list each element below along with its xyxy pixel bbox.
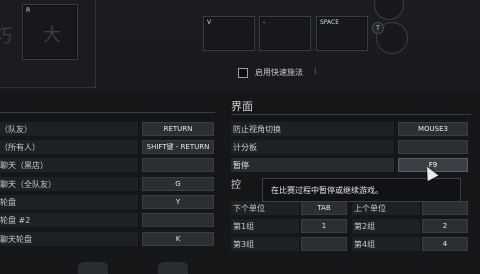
keycap-dash[interactable]: - [259,16,311,51]
keycap-space[interactable]: SPACE [316,16,368,51]
key-allteam-chat[interactable]: G [142,177,214,191]
right-section-divider [231,114,471,115]
row-group-4: 第4组 [352,237,420,251]
left-row-chat-wheel: 聊天轮盘 [0,232,138,246]
key-all-chat[interactable]: SHIFT键 - RETURN [142,140,214,154]
group-label: 第4组 [354,240,376,249]
left-row-label: （队友） [0,125,32,134]
left-row-label: 聊天（黑店） [0,161,48,170]
left-section-divider [0,112,215,113]
ability-glyph-left: 巧 [0,26,12,47]
keycap-v-label: V [207,19,212,26]
key-shop-chat[interactable] [142,158,214,172]
pause-tooltip: 在比赛过程中暂停或继续游戏。 [262,178,461,202]
info-icon[interactable]: ⁝ [314,67,324,77]
group-label: 上个单位 [354,204,386,213]
group-label: 下个单位 [233,204,265,213]
right-row-pause: 暂停 [231,158,394,172]
t-key-badge: T [372,22,384,34]
left-row-wheel: 轮盘 [0,195,138,209]
group-label: 第2组 [354,222,376,231]
section-title-partial: 控 [231,180,241,191]
right-row-scoreboard: 计分板 [231,140,394,154]
key-camera[interactable]: MOUSE3 [398,122,468,136]
left-row-label: 聊天（全队友） [0,180,56,189]
key-prev-unit[interactable] [422,201,468,215]
section-title-interface: 界面 [231,100,253,113]
group-label: 第3组 [233,240,255,249]
left-row-shop-chat: 聊天（黑店） [0,158,138,172]
left-row-allteam-chat: 聊天（全队友） [0,177,138,191]
key-next-unit[interactable]: TAB [301,201,347,215]
row-group-2: 第2组 [352,219,420,233]
key-wheel[interactable]: Y [142,195,214,209]
left-row-wheel-2: 轮盘 #2 [0,213,138,227]
key-group-1[interactable]: 1 [301,219,347,233]
right-row-label: 暂停 [233,161,249,170]
t-key-badge-label: T [376,24,380,32]
left-row-label: （所有人） [0,143,40,152]
left-row-label: 轮盘 #2 [0,216,31,225]
key-group-2[interactable]: 2 [422,219,468,233]
row-group-1: 第1组 [231,219,299,233]
keycap-v[interactable]: V [203,16,255,51]
right-row-label: 计分板 [233,143,257,152]
row-prev-unit: 上个单位 [352,201,420,215]
ability-glyph-big: 大 [43,25,61,46]
row-next-unit: 下个单位 [231,201,299,215]
key-chat-wheel[interactable]: K [142,232,214,246]
keycap-r-label: R [26,7,31,14]
bottom-hero-icon-left [78,262,108,274]
keyboard-preview-left: 巧 R 大 [0,0,96,88]
key-group-4[interactable]: 4 [422,237,468,251]
right-row-camera: 防止视角切换 [231,122,394,136]
group-label: 第1组 [233,222,255,231]
keycap-dash-label: - [263,19,266,26]
keycap-space-label: SPACE [320,19,340,26]
key-group-3[interactable] [301,237,347,251]
left-row-label: 聊天轮盘 [0,235,32,244]
quick-cast-label: 启用快速施法 [255,68,303,77]
keycap-r[interactable]: R 大 [22,4,78,60]
bottom-hero-icon-right [158,262,188,274]
left-row-all-chat: （所有人） [0,140,138,154]
pause-tooltip-text: 在比赛过程中暂停或继续游戏。 [271,185,383,195]
right-row-label: 防止视角切换 [233,125,281,134]
key-team-chat[interactable]: RETURN [142,122,214,136]
key-wheel-2[interactable] [142,213,214,227]
key-scoreboard[interactable] [398,140,468,154]
row-group-3: 第3组 [231,237,299,251]
left-row-label: 轮盘 [0,198,16,207]
left-row-team-chat: （队友） [0,122,138,136]
quick-cast-checkbox[interactable] [238,68,248,78]
